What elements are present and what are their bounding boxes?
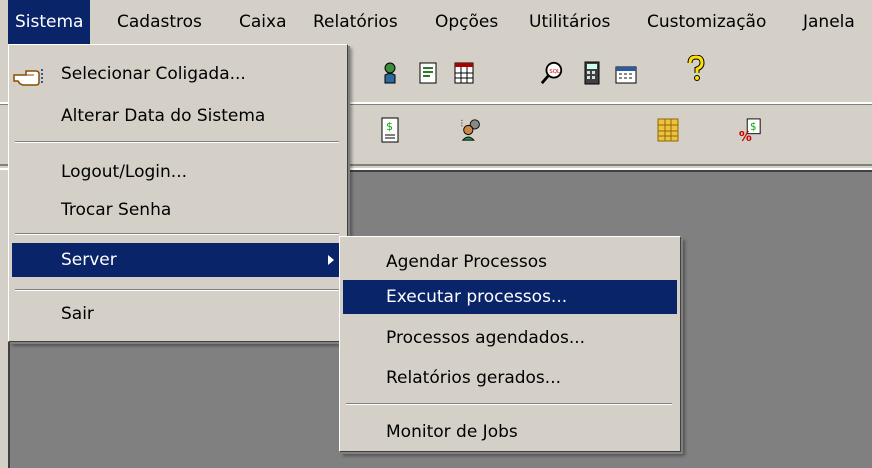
menu-item-logout-login[interactable]: Logout/Login... [12,155,344,189]
menu-separator [15,233,339,235]
menu-item-label: Sair [61,304,94,324]
calculator-icon[interactable] [580,61,604,85]
menu-item-label: Agendar Processos [386,252,548,272]
menu-item-label: Monitor de Jobs [386,422,518,442]
menu-item-selecionar-coligada[interactable]: Selecionar Coligada... [12,57,344,91]
menu-item-agendar-processos[interactable]: Agendar Processos [343,245,677,279]
menu-item-executar-processos[interactable]: Executar processos... [343,280,677,314]
menu-cadastros[interactable]: Cadastros [110,0,209,44]
menu-customizacao[interactable]: Customização [640,0,773,44]
menu-item-label: Logout/Login... [61,162,188,182]
menu-item-monitor-jobs[interactable]: Monitor de Jobs [343,415,677,449]
menu-utilitarios[interactable]: Utilitários [522,0,617,44]
report-money-icon[interactable]: $ [378,117,402,143]
sistema-menu: Selecionar Coligada... Alterar Data do S… [8,44,348,342]
menu-item-label: Relatórios gerados... [386,368,562,388]
server-submenu: Agendar Processos Executar processos... … [339,236,681,452]
menu-item-processos-agendados[interactable]: Processos agendados... [343,321,677,355]
menu-item-label: Executar processos... [386,287,568,307]
user-help-icon[interactable] [378,61,402,85]
menu-relatorios[interactable]: Relatórios [306,0,405,44]
sql-search-icon[interactable]: SQL [540,61,564,85]
svg-text:SQL: SQL [549,69,561,75]
left-strip [0,170,8,468]
menu-item-label: Alterar Data do Sistema [61,106,266,126]
menu-opcoes[interactable]: Opções [428,0,505,44]
menu-separator [15,141,339,143]
menu-caixa[interactable]: Caixa [232,0,294,44]
menu-item-trocar-senha[interactable]: Trocar Senha [12,193,344,227]
menu-separator [15,289,339,291]
svg-text:%: % [739,130,752,143]
calendar-icon[interactable] [614,63,638,87]
submenu-arrow-icon [328,255,334,265]
notes-icon[interactable] [416,61,440,85]
menu-sistema[interactable]: Sistema [8,0,91,44]
svg-text:$: $ [386,120,393,133]
menu-item-label: Server [61,250,117,270]
pointing-hand-icon [12,65,46,99]
percent-money-icon[interactable]: $% [738,118,762,143]
ledger-icon[interactable] [656,118,680,142]
menu-item-label: Selecionar Coligada... [61,64,246,84]
menu-item-alterar-data[interactable]: Alterar Data do Sistema [12,99,344,133]
spreadsheet-icon[interactable] [452,61,476,85]
menu-item-server[interactable]: Server [12,243,344,277]
menu-janela[interactable]: Janela [796,0,862,44]
help-question-icon[interactable] [684,55,708,81]
menu-item-sair[interactable]: Sair [12,297,344,331]
menu-item-label: Trocar Senha [61,200,172,220]
menu-item-label: Processos agendados... [386,328,586,348]
menu-separator [346,403,672,405]
menu-bar: Sistema Cadastros Caixa Relatórios Opçõe… [0,0,872,44]
users-group-icon[interactable] [460,118,484,142]
menu-item-relatorios-gerados[interactable]: Relatórios gerados... [343,361,677,395]
